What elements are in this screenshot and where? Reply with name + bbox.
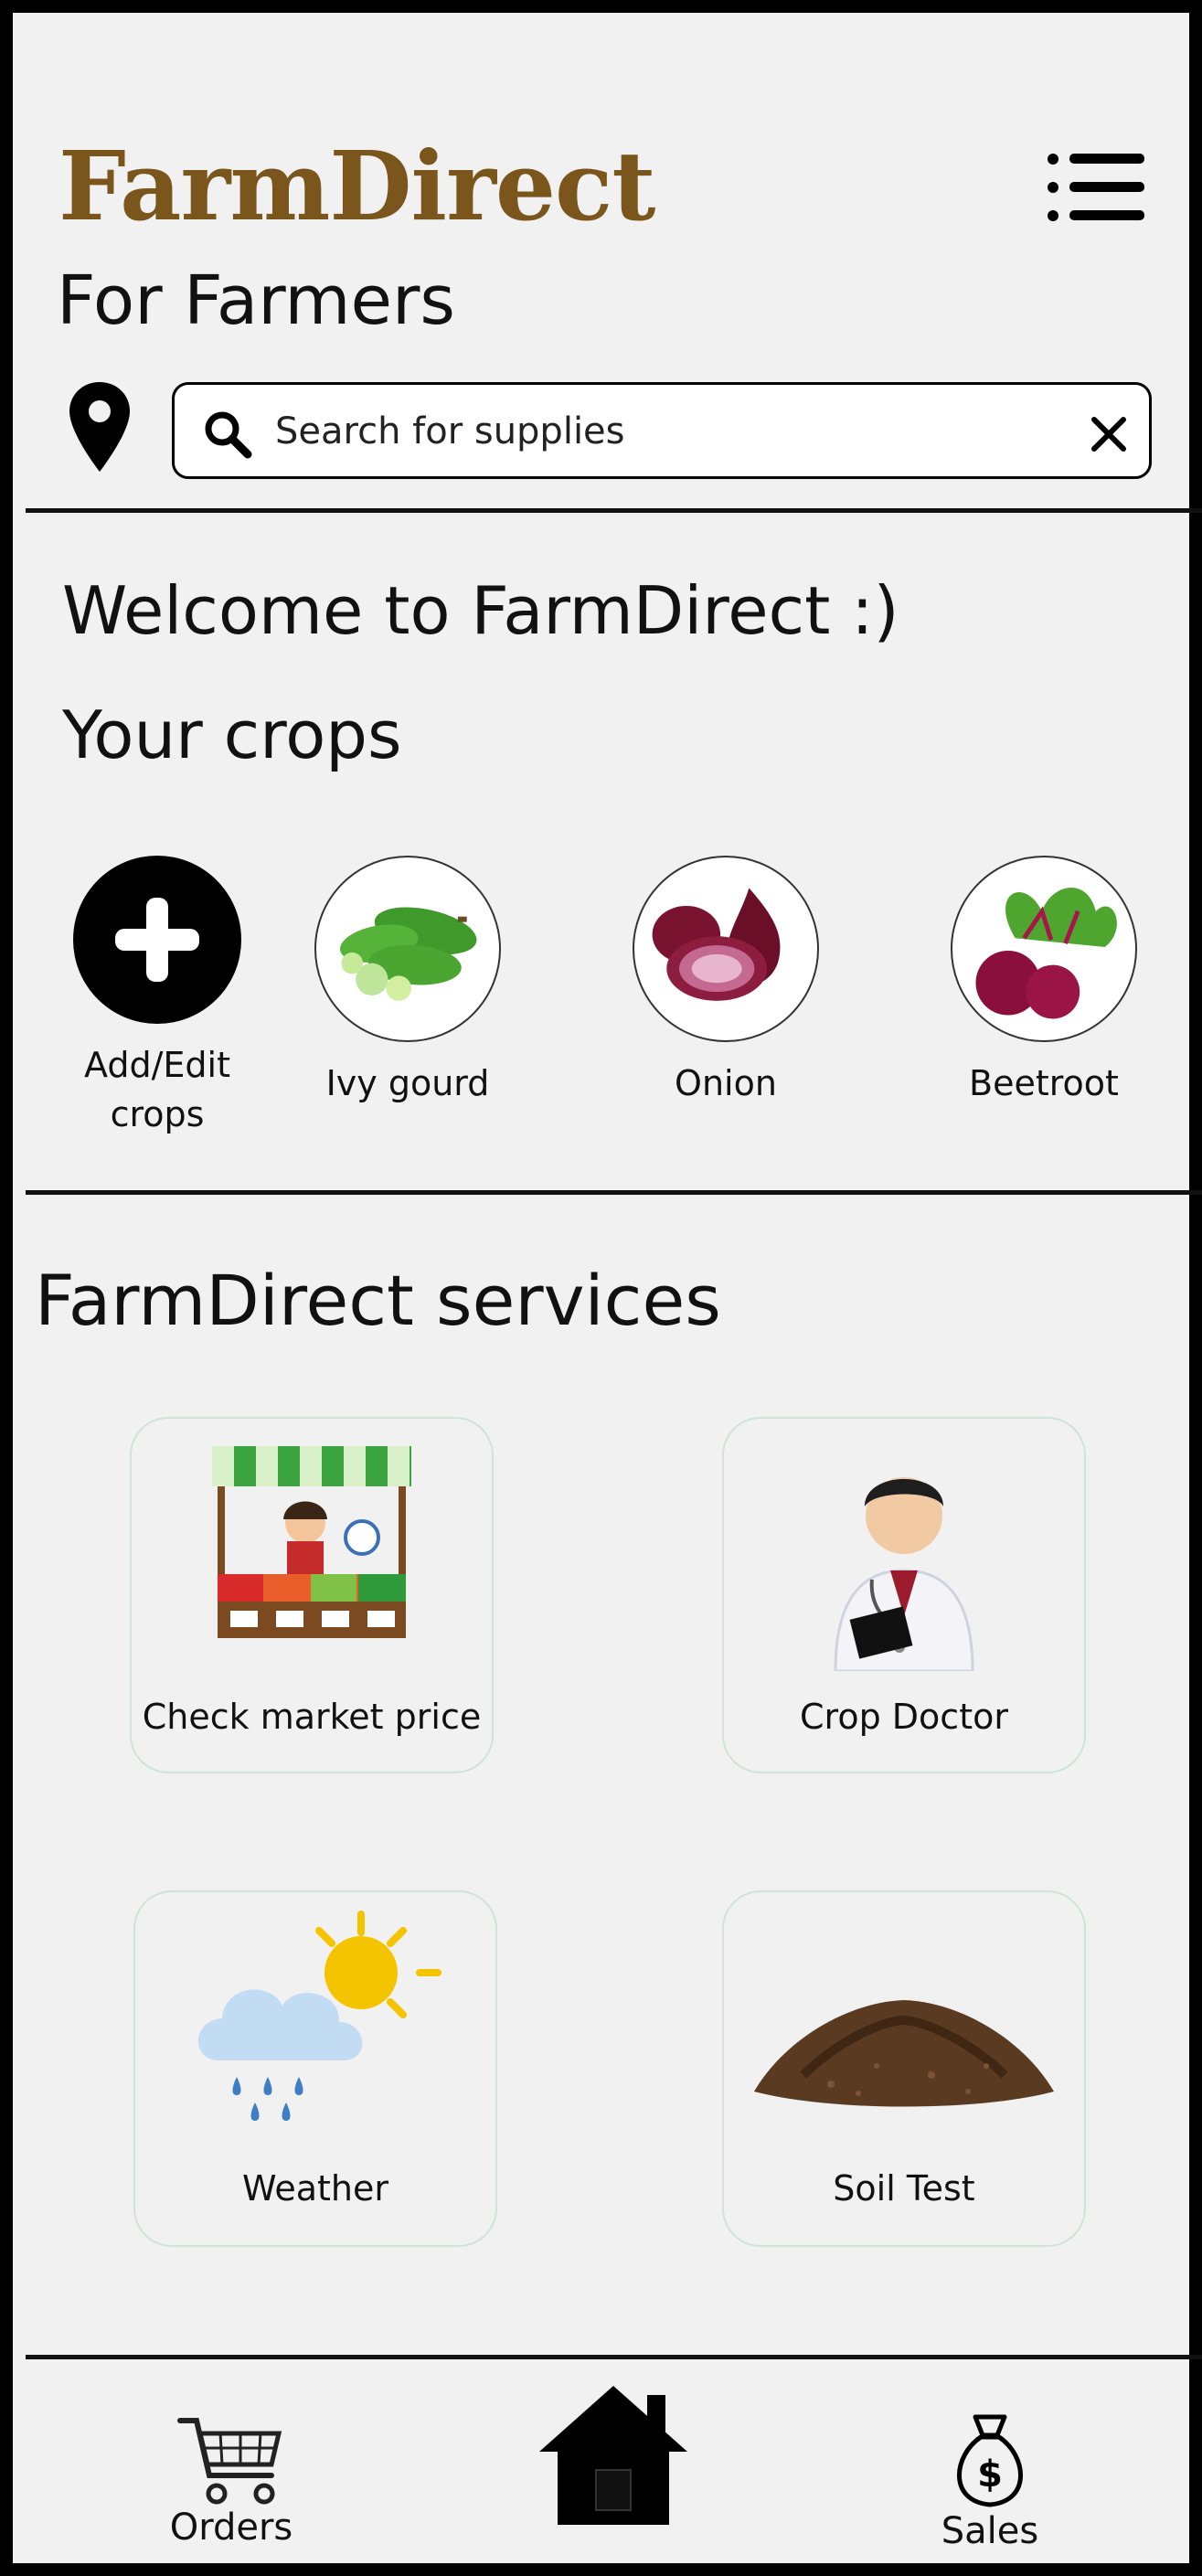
search-bar[interactable] xyxy=(172,382,1152,479)
map-pin-icon[interactable] xyxy=(68,380,132,474)
crop-label: Beetroot xyxy=(969,1063,1119,1103)
services-title: FarmDirect services xyxy=(35,1260,721,1341)
nav-orders[interactable]: Orders xyxy=(163,2411,300,2549)
app-frame: FarmDirect For Farmers Welcome to FarmDi… xyxy=(0,0,1202,2576)
search-icon xyxy=(205,411,252,459)
service-card-market-price[interactable]: Check market price xyxy=(130,1417,494,1773)
crop-item-beetroot[interactable]: Beetroot xyxy=(943,856,1144,1108)
service-card-soil-test[interactable]: Soil Test xyxy=(722,1890,1086,2247)
crop-item-ivy-gourd[interactable]: Ivy gourd xyxy=(307,856,508,1108)
shopping-cart-icon xyxy=(177,2418,282,2505)
nav-home[interactable] xyxy=(536,2382,691,2525)
crop-item-add-edit[interactable]: Add/Edit crops xyxy=(57,856,258,1139)
service-label: Soil Test xyxy=(833,2168,975,2209)
crops-divider xyxy=(26,1190,1202,1195)
crop-label: Ivy gourd xyxy=(325,1063,490,1103)
bottom-nav-divider xyxy=(26,2355,1202,2359)
add-crop-button[interactable] xyxy=(73,856,241,1024)
soil-pile-image xyxy=(754,2000,1054,2107)
crop-label: Onion xyxy=(675,1063,777,1103)
welcome-text: Welcome to FarmDirect :) xyxy=(62,572,899,649)
nav-label: Sales xyxy=(941,2510,1039,2552)
beetroot-image xyxy=(951,856,1137,1042)
home-icon xyxy=(539,2386,687,2525)
service-label: Crop Doctor xyxy=(800,1697,1008,1737)
close-icon[interactable] xyxy=(1089,414,1129,454)
page-subtitle: For Farmers xyxy=(57,261,455,340)
ivy-gourd-image xyxy=(314,856,501,1042)
nav-sales[interactable]: $ Sales xyxy=(931,2410,1049,2552)
crop-label: Add/Edit crops xyxy=(84,1045,230,1134)
service-card-weather[interactable]: Weather xyxy=(133,1890,497,2247)
market-stall-image xyxy=(212,1446,411,1638)
nav-label: Orders xyxy=(169,2507,293,2549)
crops-title: Your crops xyxy=(62,697,402,773)
brand-title: FarmDirect xyxy=(59,130,655,242)
header-divider xyxy=(26,508,1202,513)
onion-image xyxy=(633,856,819,1042)
service-card-crop-doctor[interactable]: Crop Doctor xyxy=(722,1417,1086,1773)
search-input[interactable] xyxy=(275,403,1043,460)
doctor-image xyxy=(834,1477,974,1671)
rain-cloud-sun-icon xyxy=(197,1911,441,2121)
svg-text:$: $ xyxy=(977,2454,1003,2496)
service-label: Check market price xyxy=(142,1697,482,1737)
plus-icon xyxy=(115,898,199,982)
crop-item-onion[interactable]: Onion xyxy=(625,856,826,1108)
service-label: Weather xyxy=(242,2168,388,2209)
money-bag-icon: $ xyxy=(957,2414,1023,2507)
menu-list-icon[interactable] xyxy=(1046,150,1146,225)
